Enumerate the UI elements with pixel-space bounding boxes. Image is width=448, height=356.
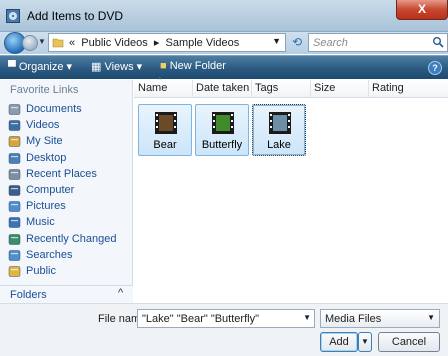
views-icon: ▦ [91, 61, 102, 73]
sidebar-item-recently-changed[interactable]: Recently Changed [8, 232, 132, 248]
help-icon: ? [432, 63, 438, 73]
views-button[interactable]: ▦ Views ▾ [91, 60, 142, 73]
sidebar-item-computer[interactable]: Computer [8, 183, 132, 199]
column-name[interactable]: Name [138, 82, 167, 94]
add-options-dropdown[interactable]: ▼ [358, 332, 372, 352]
video-thumbnail-icon [212, 112, 234, 134]
pictures-icon [8, 200, 21, 213]
sidebar-item-desktop[interactable]: Desktop [8, 151, 132, 167]
music-icon [8, 216, 21, 229]
recent-pages-dropdown[interactable]: ▼ [38, 37, 46, 49]
chevron-up-icon: ^ [118, 287, 124, 299]
window-title: Add Items to DVD [27, 9, 124, 23]
help-button[interactable]: ? [428, 61, 442, 75]
videos-icon [8, 119, 21, 132]
sidebar-item-public[interactable]: Public [8, 264, 132, 280]
add-button[interactable]: Add [320, 332, 358, 352]
chevron-down-icon: ▼ [427, 313, 435, 322]
search-icon[interactable] [432, 36, 444, 48]
sidebar-item-label: Desktop [26, 151, 67, 164]
sidebar-item-music[interactable]: Music [8, 215, 132, 231]
organize-icon: ▀ [8, 61, 16, 73]
dvd-app-icon [6, 9, 20, 23]
file-name: Bear [153, 139, 177, 151]
column-date-taken[interactable]: Date taken [196, 82, 249, 94]
sidebar-item-searches[interactable]: Searches [8, 248, 132, 264]
sidebar-item-pictures[interactable]: Pictures [8, 199, 132, 215]
chevron-down-icon[interactable]: ▼ [303, 313, 311, 322]
cancel-button[interactable]: Cancel [378, 332, 440, 352]
sidebar-item-documents[interactable]: Documents [8, 102, 132, 118]
new-folder-button[interactable]: ■ New Folder [160, 60, 226, 72]
file-name: Butterfly [201, 139, 243, 151]
column-header: Name ^ Date taken Tags Size Rating [134, 77, 448, 98]
folders-label: Folders [10, 289, 47, 301]
title-bar: Add Items to DVD X [0, 0, 448, 32]
sidebar-item-videos[interactable]: Videos [8, 118, 132, 134]
recent-places-icon [8, 168, 21, 181]
file-name: Lake [267, 139, 291, 151]
recently-changed-icon [8, 233, 21, 246]
my-site-icon [8, 135, 21, 148]
searches-icon [8, 249, 21, 262]
address-dropdown[interactable]: ▼ [272, 36, 281, 46]
video-thumbnail-icon [269, 112, 291, 134]
sidebar-item-label: Recently Changed [26, 232, 117, 245]
breadcrumb-overflow[interactable]: « [69, 37, 75, 49]
sidebar-item-label: Documents [26, 103, 82, 115]
search-input[interactable]: Search [308, 33, 448, 52]
sidebar-item-recent-places[interactable]: Recent Places [8, 167, 132, 183]
sidebar-item-label: Recent Places [26, 167, 97, 180]
refresh-button[interactable]: ⟲ [288, 33, 306, 52]
navigation-pane: Favorite Links Documents Videos My Site Des… [0, 80, 133, 303]
sidebar-item-my-site[interactable]: My Site [8, 134, 132, 150]
desktop-icon [8, 152, 21, 165]
command-toolbar: ▀ Organize ▾ ▦ Views ▾ ■ New Folder ? [0, 55, 448, 79]
file-type-select[interactable]: Media Files ▼ [320, 309, 440, 328]
sidebar-item-label: Videos [26, 119, 60, 132]
file-item-lake[interactable]: Lake [252, 104, 306, 156]
breadcrumb-public-videos[interactable]: Public Videos [81, 37, 147, 49]
column-tags[interactable]: Tags [255, 82, 278, 94]
sort-arrow-icon: ^ [158, 77, 162, 84]
sidebar-item-label: My Site [26, 135, 63, 148]
breadcrumb-sample-videos[interactable]: Sample Videos [165, 37, 239, 49]
file-name-value: "Lake" "Bear" "Butterfly" [142, 313, 259, 325]
sidebar-item-label: Searches [26, 248, 73, 261]
folders-toggle[interactable]: Folders ^ [0, 285, 133, 303]
file-item-butterfly[interactable]: Butterfly [195, 104, 249, 156]
sidebar-item-label: Public [26, 265, 56, 277]
video-thumbnail-icon [155, 112, 177, 134]
organize-button[interactable]: ▀ Organize ▾ [8, 60, 72, 73]
column-rating[interactable]: Rating [372, 82, 404, 94]
public-icon [8, 265, 21, 278]
close-button[interactable]: X [396, 0, 448, 20]
column-size[interactable]: Size [314, 82, 335, 94]
file-dialog-footer: File name: "Lake" "Bear" "Butterfly" ▼ M… [0, 303, 448, 356]
breadcrumb-separator[interactable]: ▸ [154, 36, 160, 49]
address-bar: ▼ « Public Videos ▸ Sample Videos ▼ ⟲ Se… [0, 32, 448, 54]
file-type-value: Media Files [325, 313, 382, 325]
file-list: Name ^ Date taken Tags Size Rating Bear B… [134, 77, 448, 303]
favorite-links-heading: Favorite Links [10, 84, 79, 96]
folder-icon [52, 38, 64, 48]
file-item-bear[interactable]: Bear [138, 104, 192, 156]
file-name-input[interactable]: "Lake" "Bear" "Butterfly" ▼ [137, 309, 315, 328]
refresh-icon: ⟲ [291, 35, 303, 49]
computer-icon [8, 184, 21, 197]
close-icon: X [417, 2, 426, 16]
sidebar-item-label: Computer [26, 184, 75, 196]
sidebar-item-label: Music [26, 216, 55, 229]
sidebar-item-label: Pictures [26, 200, 66, 213]
breadcrumb[interactable]: « Public Videos ▸ Sample Videos ▼ [48, 33, 286, 52]
new-folder-icon: ■ [160, 60, 167, 72]
search-placeholder: Search [313, 37, 348, 49]
documents-icon [8, 103, 21, 116]
forward-button[interactable] [22, 35, 38, 51]
